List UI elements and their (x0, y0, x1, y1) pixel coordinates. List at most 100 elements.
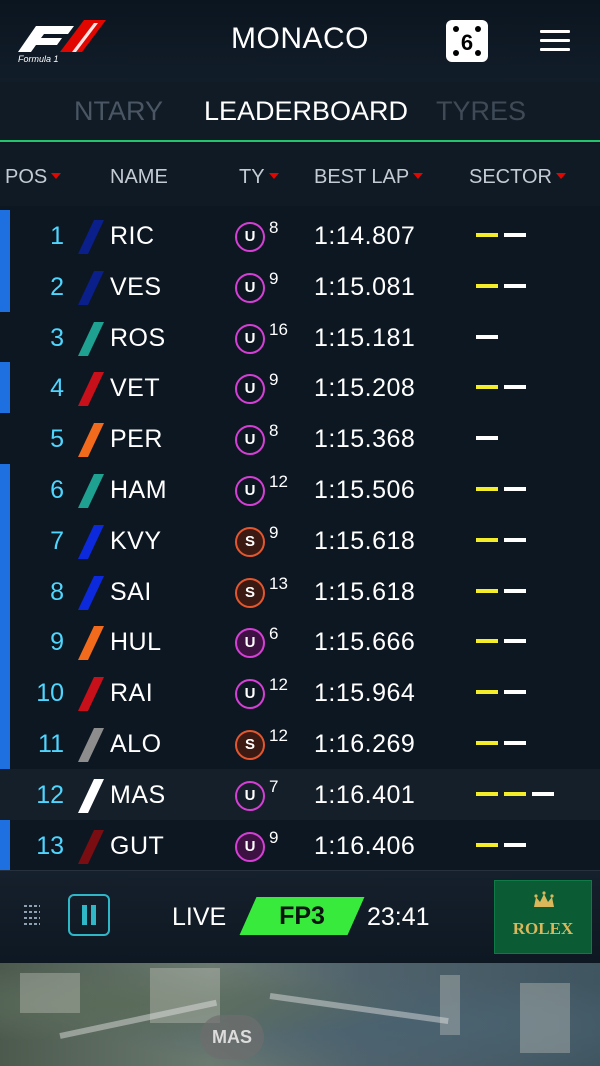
position-cell: 13 (36, 831, 64, 860)
tyre-compound-icon: S (235, 729, 265, 760)
tab-tyres[interactable]: TYRES (436, 96, 526, 127)
table-row[interactable]: 10 RAI U 12 1:15.964 (0, 667, 600, 718)
table-row[interactable]: 2 VES U 9 1:15.081 (0, 260, 600, 312)
driver-name: VET (110, 374, 161, 403)
table-row[interactable]: 7 KVY S 9 1:15.618 (0, 514, 600, 566)
row-marker (0, 260, 10, 312)
position-cell: 7 (50, 526, 64, 555)
table-row[interactable]: 11 ALO S 12 1:16.269 (0, 717, 600, 769)
sector-2-indicator (504, 233, 526, 237)
position-cell: 5 (50, 425, 64, 454)
driver-name: MAS (110, 780, 166, 809)
col-bestlap-header[interactable]: BEST LAP (314, 166, 424, 189)
driver-name: HUL (110, 628, 162, 657)
tyre-compound-icon: U (235, 323, 265, 354)
tyre-compound-icon: U (235, 831, 265, 862)
tyre-compound-icon: U (235, 425, 265, 456)
tyre-compound-icon: U (235, 222, 265, 252)
col-name-header: NAME (110, 166, 168, 189)
tab-commentary[interactable]: NTARY (74, 96, 163, 127)
tyre-compound-icon: U (235, 272, 265, 303)
sector-2-indicator (504, 842, 526, 847)
position-cell: 3 (50, 323, 64, 352)
row-marker (0, 565, 10, 617)
table-row[interactable]: 1 RIC U 8 1:14.807 (0, 210, 600, 261)
table-row[interactable]: 9 HUL U 6 1:15.666 (0, 616, 600, 668)
table-row[interactable]: 13 GUT U 9 1:16.406 (0, 819, 600, 871)
sector-2-indicator (504, 537, 526, 542)
table-row[interactable]: 4 VET U 9 1:15.208 (0, 362, 600, 414)
table-row[interactable]: 8 SAI S 13 1:15.618 (0, 565, 600, 617)
position-cell: 1 (50, 222, 64, 250)
sector-1-indicator (476, 385, 498, 390)
col-tyre-label: TY (239, 166, 265, 188)
row-marker (0, 463, 10, 515)
col-sector-header[interactable]: SECTOR (469, 166, 566, 189)
best-lap-time: 1:15.964 (314, 679, 416, 708)
best-lap-time: 1:15.618 (314, 577, 416, 606)
sector-2-indicator (504, 740, 526, 745)
position-cell: 11 (38, 729, 64, 758)
page-title: MONACO (231, 22, 369, 55)
session-badge: FP3 (239, 897, 365, 935)
tyre-compound-icon: U (235, 475, 265, 506)
position-cell: 12 (36, 780, 64, 809)
driver-map-marker[interactable]: MAS (200, 1015, 264, 1059)
driver-name: RAI (110, 679, 154, 708)
table-row[interactable]: 3 ROS U 16 1:15.181 (0, 312, 600, 363)
sector-1-indicator (476, 233, 498, 237)
tyre-laps: 8 (269, 421, 279, 441)
best-lap-time: 1:15.618 (314, 526, 416, 555)
driver-name: ROS (110, 323, 166, 352)
pause-button[interactable] (68, 894, 110, 936)
tab-bar: NTARY LEADERBOARD TYRES (0, 82, 600, 142)
team-color-icon (74, 524, 104, 559)
sector-2-indicator (504, 588, 526, 593)
tab-leaderboard[interactable]: LEADERBOARD (204, 96, 408, 127)
driver-name: HAM (110, 475, 168, 504)
position-cell: 10 (36, 679, 64, 708)
team-color-icon (74, 575, 104, 610)
col-sector-label: SECTOR (469, 166, 552, 188)
row-marker (0, 362, 10, 414)
tyre-compound-icon: S (235, 526, 265, 557)
sector-2-indicator (504, 486, 526, 491)
best-lap-time: 1:15.181 (314, 323, 416, 352)
track-map[interactable]: MAS (0, 963, 600, 1066)
position-cell: 9 (50, 628, 64, 657)
tyre-compound-icon: S (235, 577, 265, 608)
team-color-icon (74, 473, 104, 508)
session-label: FP3 (279, 902, 325, 930)
sector-2-indicator (504, 283, 526, 288)
tyre-compound-icon: U (235, 679, 265, 710)
position-cell: 2 (50, 272, 64, 301)
table-row[interactable]: 6 HAM U 12 1:15.506 (0, 463, 600, 515)
drag-handle-icon[interactable] (24, 905, 44, 931)
team-color-icon (74, 270, 104, 305)
team-color-icon (74, 727, 104, 762)
sector-1-indicator (476, 334, 498, 339)
tyre-laps: 13 (269, 573, 288, 593)
sector-1-indicator (476, 486, 498, 491)
live-label: LIVE (172, 903, 227, 931)
rolex-logo[interactable]: ROLEX (494, 880, 592, 954)
sector-1-indicator (476, 588, 498, 593)
row-marker (0, 616, 10, 668)
hamburger-menu-icon[interactable] (540, 30, 570, 52)
dice-button[interactable]: 6 (446, 20, 488, 62)
sector-1-indicator (476, 842, 498, 847)
leaderboard-table: 1 RIC U 8 1:14.807 2 VES U 9 1:15.081 3 ROS U 16 1:15.… (0, 210, 600, 871)
best-lap-time: 1:15.208 (314, 374, 416, 403)
app-header: Formula 1 MONACO 6 (0, 0, 600, 82)
team-color-icon (74, 372, 104, 407)
position-cell: 8 (50, 577, 64, 606)
sector-1-indicator (476, 436, 498, 441)
table-row[interactable]: 5 PER U 8 1:15.368 (0, 413, 600, 464)
best-lap-time: 1:14.807 (314, 222, 416, 250)
team-color-icon (74, 677, 104, 712)
table-row[interactable]: 12 MAS U 7 1:16.401 (0, 769, 600, 820)
tyre-compound-icon: U (235, 628, 265, 659)
sort-arrow-icon (268, 173, 279, 179)
col-pos-header[interactable]: POS (5, 166, 62, 189)
col-tyre-header[interactable]: TY (239, 166, 279, 189)
